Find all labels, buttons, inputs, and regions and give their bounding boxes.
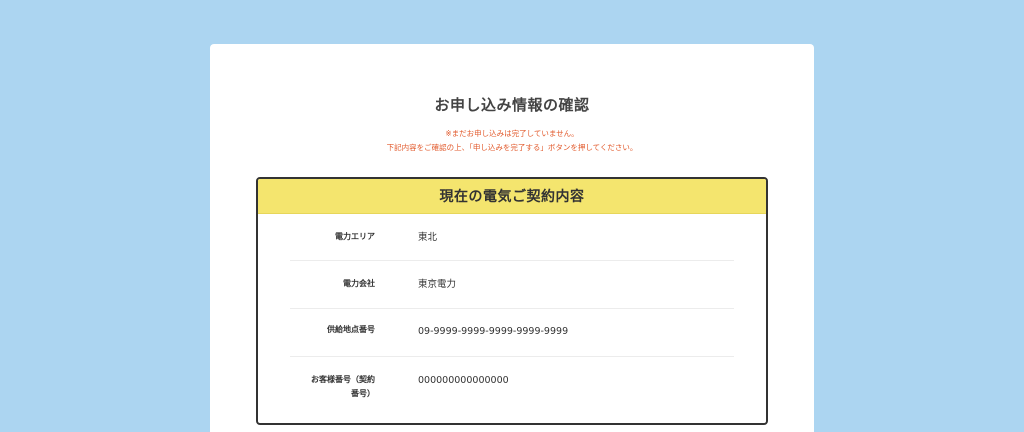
- notice-line-2: 下記内容をご確認の上、「申し込みを完了する」ボタンを押してください。: [386, 143, 638, 152]
- current-contract-box: 現在の電気ご契約内容 電力エリア 東北 電力会社 東京電力 供給地点番号 09-…: [256, 177, 768, 425]
- row-label-customer-number-line1: お客様番号（契約: [311, 375, 375, 384]
- row-value-supply-point-number: 09-9999-9999-9999-9999-9999: [418, 326, 569, 337]
- row-label-customer-number-line2: 番号）: [351, 389, 375, 398]
- row-value-customer-number: 000000000000000: [418, 375, 509, 386]
- row-power-area: 電力エリア 東北: [290, 214, 734, 261]
- row-label-supply-point-number: 供給地点番号: [327, 325, 375, 334]
- page-title: お申し込み情報の確認: [434, 96, 590, 114]
- page: お申し込み情報の確認 ※まだお申し込みは完了していません。 下記内容をご確認の上…: [0, 0, 1024, 432]
- row-value-power-company: 東京電力: [418, 279, 457, 290]
- row-value-power-area: 東北: [418, 232, 438, 243]
- contract-box-header: 現在の電気ご契約内容: [258, 179, 766, 214]
- row-power-company: 電力会社 東京電力: [290, 261, 734, 309]
- row-label-customer-number: お客様番号（契約 番号）: [290, 373, 375, 401]
- notice-line-1: ※まだお申し込みは完了していません。: [445, 129, 579, 138]
- contract-details: 電力エリア 東北 電力会社 東京電力 供給地点番号 09-9999-9999-9…: [258, 214, 766, 417]
- row-supply-point-number: 供給地点番号 09-9999-9999-9999-9999-9999: [290, 309, 734, 357]
- row-customer-number: お客様番号（契約 番号） 000000000000000: [290, 357, 734, 417]
- confirmation-card: お申し込み情報の確認 ※まだお申し込みは完了していません。 下記内容をご確認の上…: [210, 44, 814, 432]
- row-label-power-area: 電力エリア: [335, 232, 375, 241]
- row-label-power-company: 電力会社: [343, 279, 375, 288]
